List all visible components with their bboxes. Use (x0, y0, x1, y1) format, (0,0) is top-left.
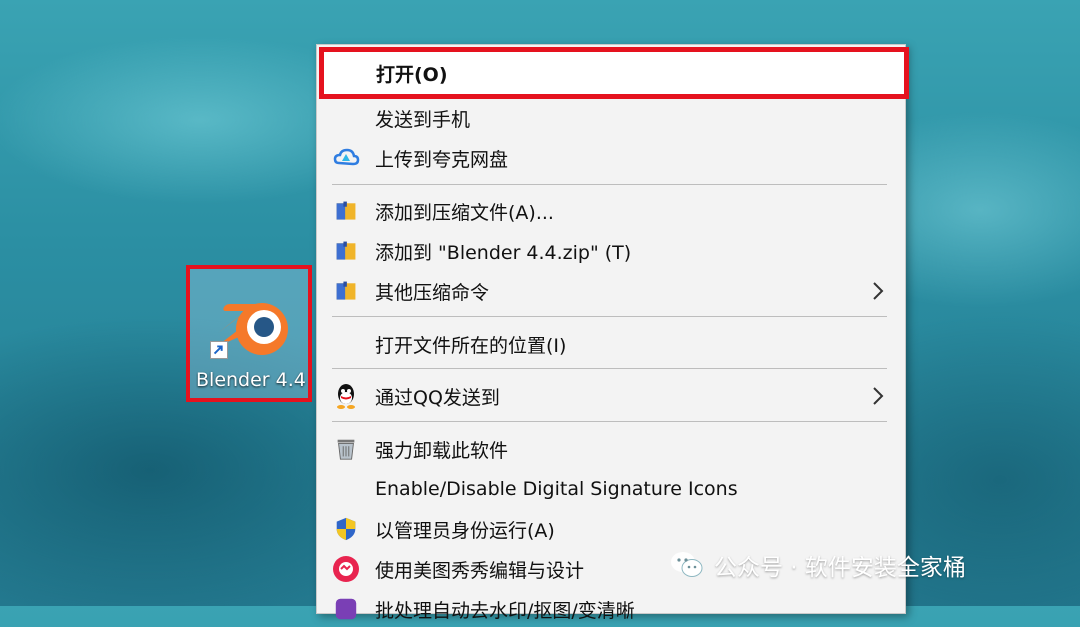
menu-item-open[interactable]: 打开(O) (319, 47, 909, 99)
uac-shield-icon (332, 515, 360, 543)
menu-item-label: 强力卸载此软件 (375, 439, 509, 462)
blender-desktop-shortcut[interactable]: Blender 4.4 (186, 265, 312, 402)
menu-item-label: 通过QQ发送到 (375, 386, 500, 409)
wechat-watermark: 公众号 · 软件安装全家桶 (670, 545, 966, 585)
menu-item-upload-quark[interactable]: 上传到夸克网盘 (317, 140, 905, 176)
menu-item-label: Enable/Disable Digital Signature Icons (375, 478, 738, 500)
menu-item-label: 打开(O) (376, 63, 448, 86)
quark-cloud-icon (332, 144, 360, 172)
menu-item-send-to-phone[interactable]: 发送到手机 (317, 100, 905, 136)
menu-item-label: 添加到 "Blender 4.4.zip" (T) (375, 241, 632, 264)
menu-item-digital-signature-icons[interactable]: Enable/Disable Digital Signature Icons (317, 471, 905, 507)
menu-separator (332, 368, 887, 369)
menu-item-add-to-archive[interactable]: 添加到压缩文件(A)... (317, 193, 905, 229)
archive-icon (332, 197, 360, 225)
menu-item-label: 其他压缩命令 (375, 281, 490, 304)
shortcut-label: Blender 4.4 (196, 369, 306, 391)
qq-penguin-icon (332, 382, 360, 410)
wechat-icon (671, 552, 703, 577)
menu-item-force-uninstall[interactable]: 强力卸载此软件 (317, 431, 905, 467)
submenu-chevron-right-icon (873, 387, 884, 405)
menu-item-label: 发送到手机 (375, 108, 471, 131)
meitu-batch-icon (332, 595, 360, 623)
trash-bin-icon (332, 435, 360, 463)
meitu-icon (332, 555, 360, 583)
menu-item-other-compress[interactable]: 其他压缩命令 (317, 273, 905, 309)
shortcut-arrow-icon (210, 341, 228, 359)
archive-icon (332, 237, 360, 265)
archive-icon (332, 277, 360, 305)
menu-item-label: 打开文件所在的位置(I) (375, 334, 567, 357)
menu-separator (332, 184, 887, 185)
menu-separator (332, 316, 887, 317)
menu-item-label: 添加到压缩文件(A)... (375, 201, 554, 224)
menu-item-label: 以管理员身份运行(A) (375, 519, 555, 542)
menu-item-label: 使用美图秀秀编辑与设计 (375, 559, 585, 582)
menu-item-send-via-qq[interactable]: 通过QQ发送到 (317, 378, 905, 414)
menu-item-add-to-zip[interactable]: 添加到 "Blender 4.4.zip" (T) (317, 233, 905, 269)
submenu-chevron-right-icon (873, 282, 884, 300)
menu-item-run-as-admin[interactable]: 以管理员身份运行(A) (317, 511, 905, 547)
menu-item-label: 上传到夸克网盘 (375, 148, 509, 171)
menu-separator (332, 421, 887, 422)
menu-item-open-file-location[interactable]: 打开文件所在的位置(I) (317, 326, 905, 362)
watermark-text: 公众号 · 软件安装全家桶 (714, 555, 966, 581)
menu-item-label: 批处理自动去水印/抠图/变清晰 (375, 599, 635, 622)
menu-item-batch-watermark[interactable]: 批处理自动去水印/抠图/变清晰 (317, 591, 905, 627)
context-menu: 打开(O) 发送到手机 上传到夸克网盘 添加到压缩文件(A)... 添加到 "B… (316, 44, 909, 622)
